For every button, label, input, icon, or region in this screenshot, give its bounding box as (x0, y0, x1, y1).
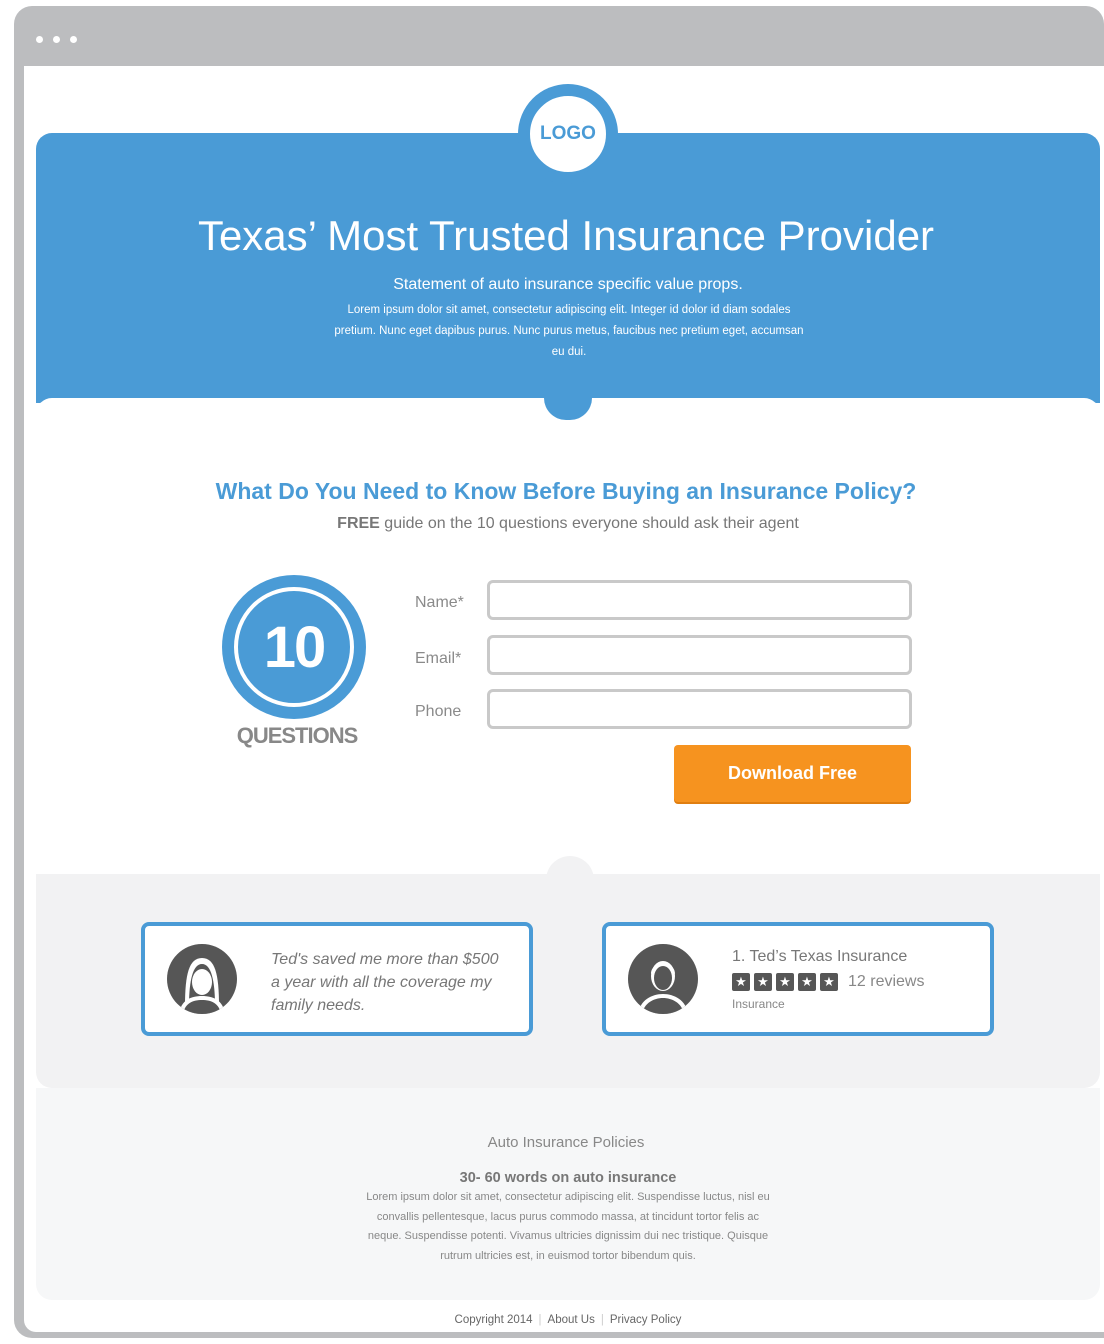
window-dot-icon[interactable] (36, 36, 43, 43)
policies-title: Auto Insurance Policies (487, 1134, 645, 1151)
questions-badge-number: 10 (234, 587, 354, 707)
phone-field[interactable] (487, 689, 912, 729)
email-label: Email* (415, 650, 462, 667)
hero-subtitle: Statement of auto insurance specific val… (393, 276, 743, 293)
testimonial-card: Ted's saved me more than $500 a year wit… (141, 922, 533, 1036)
offer-title: What Do You Need to Know Before Buying a… (215, 478, 917, 504)
name-field[interactable] (487, 580, 912, 620)
offer-subtitle-text: guide on the 10 questions everyone shoul… (379, 515, 799, 532)
business-name-link[interactable]: 1. Ted’s Texas Insurance (732, 948, 907, 966)
footer-divider: | (538, 1314, 542, 1326)
policies-heading: 30- 60 words on auto insurance (459, 1170, 677, 1186)
copyright-text: Copyright 2014 (454, 1314, 533, 1326)
testimonial-quote: Ted's saved me more than $500 a year wit… (271, 951, 499, 1014)
download-free-button[interactable]: Download Free (674, 745, 911, 802)
questions-badge-label: QUESTIONS (236, 723, 359, 748)
star-icon: ★ (754, 973, 772, 991)
phone-label: Phone (415, 703, 462, 720)
female-avatar-icon-svg (179, 958, 225, 1014)
male-avatar-icon-svg (638, 961, 688, 1014)
window-dot-icon[interactable] (53, 36, 60, 43)
offer-subtitle: FREE guide on the 10 questions everyone … (0, 515, 1104, 533)
hero-title: Texas’ Most Trusted Insurance Provider (197, 212, 935, 259)
footer-divider: | (600, 1314, 604, 1326)
female-avatar-icon (167, 944, 237, 1014)
about-us-link[interactable]: About Us (548, 1314, 595, 1326)
footer-links: Copyright 2014 | About Us | Privacy Policy (0, 1314, 1104, 1326)
star-rating: ★ ★ ★ ★ ★ 12 reviews (732, 973, 924, 991)
star-icon: ★ (820, 973, 838, 991)
window-controls (36, 36, 77, 43)
hero-body-text: Lorem ipsum dolor sit amet, consectetur … (334, 304, 804, 358)
business-category: Insurance (732, 997, 785, 1011)
policies-body-text: Lorem ipsum dolor sit amet, consectetur … (366, 1191, 770, 1262)
star-icon: ★ (776, 973, 794, 991)
logo[interactable]: LOGO (518, 84, 618, 184)
review-listing-card[interactable]: 1. Ted’s Texas Insurance ★ ★ ★ ★ ★ 12 re… (602, 922, 994, 1036)
questions-badge: 10 (222, 575, 366, 719)
logo-text: LOGO (526, 92, 610, 176)
name-label: Name* (415, 594, 464, 611)
email-field[interactable] (487, 635, 912, 675)
offer-free-label: FREE (337, 515, 380, 532)
review-count: 12 reviews (848, 973, 925, 990)
window-dot-icon[interactable] (70, 36, 77, 43)
star-icon: ★ (732, 973, 750, 991)
male-avatar-icon (628, 944, 698, 1014)
privacy-policy-link[interactable]: Privacy Policy (610, 1314, 682, 1326)
star-icon: ★ (798, 973, 816, 991)
